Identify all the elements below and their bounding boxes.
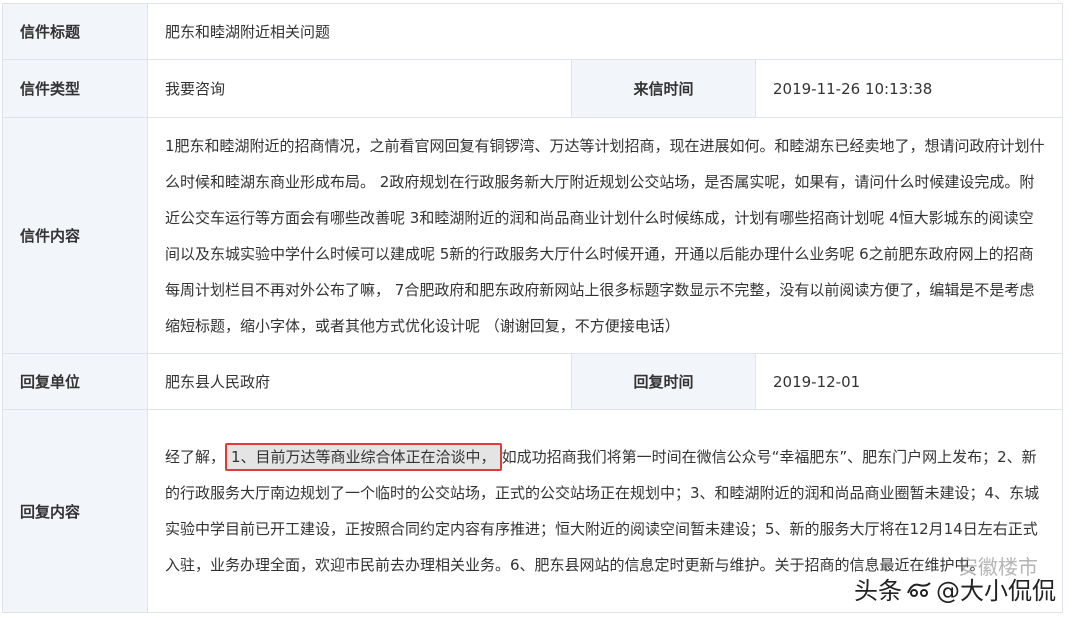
reply-time-value: 2019-12-01	[755, 353, 1063, 410]
reply-content-label: 回复内容	[2, 409, 148, 613]
reply-unit-row: 回复单位 肥东县人民政府 回复时间 2019-12-01	[2, 353, 1063, 410]
content-row: 信件内容 1肥东和睦湖附近的招商情况，之前看官网回复有铜锣湾、万达等计划招商，现…	[2, 117, 1063, 354]
watermark-prefix: 头条	[854, 577, 902, 605]
type-label: 信件类型	[2, 59, 148, 118]
content-value: 1肥东和睦湖附近的招商情况，之前看官网回复有铜锣湾、万达等计划招商，现在进展如何…	[147, 117, 1063, 354]
title-label: 信件标题	[2, 3, 148, 60]
author-watermark: 头条 @大小侃侃	[854, 571, 1056, 606]
type-value: 我要咨询	[147, 59, 572, 118]
watermark-handle: @大小侃侃	[936, 577, 1056, 605]
reply-unit-label: 回复单位	[2, 353, 148, 410]
toutiao-logo-icon	[907, 581, 931, 597]
letter-time-value: 2019-11-26 10:13:38	[755, 59, 1063, 118]
letter-time-label: 来信时间	[571, 59, 756, 118]
content-label: 信件内容	[2, 117, 148, 354]
type-row: 信件类型 我要咨询 来信时间 2019-11-26 10:13:38	[2, 59, 1063, 118]
letter-detail-table: 信件标题 肥东和睦湖附近相关问题 信件类型 我要咨询 来信时间 2019-11-…	[2, 3, 1063, 613]
reply-time-label: 回复时间	[571, 353, 756, 410]
reply-unit-value: 肥东县人民政府	[147, 353, 572, 410]
title-value: 肥东和睦湖附近相关问题	[147, 3, 1063, 60]
title-row: 信件标题 肥东和睦湖附近相关问题	[2, 3, 1063, 60]
highlighted-reply-segment: 1、目前万达等商业综合体正在洽谈中，	[225, 443, 502, 471]
reply-prefix: 经了解，	[165, 448, 226, 466]
